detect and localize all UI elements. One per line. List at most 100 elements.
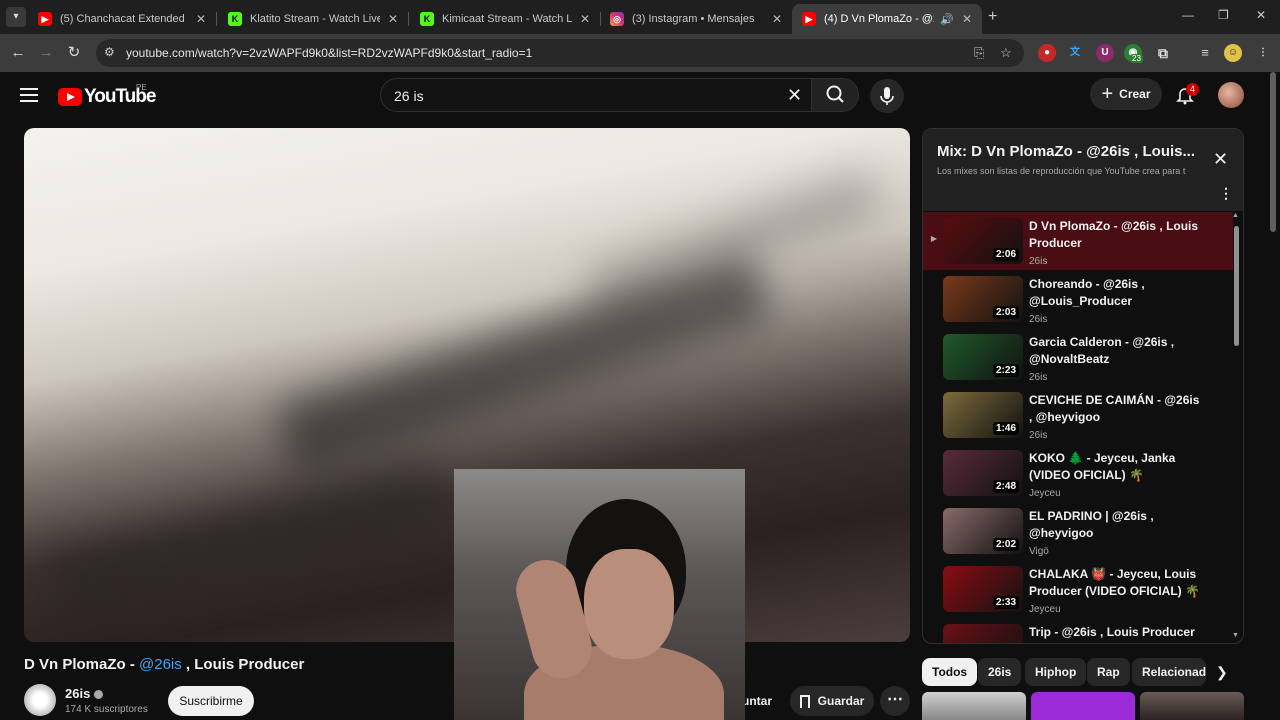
close-icon[interactable]: ✕ (388, 12, 398, 26)
close-playlist-icon[interactable]: ✕ (1213, 149, 1228, 170)
playlist-item-thumbnail[interactable]: 2:48 (943, 450, 1023, 496)
chip-relacionado[interactable]: Relacionado (1132, 658, 1206, 686)
search-button[interactable] (811, 78, 859, 112)
now-playing-icon: ▶ (930, 234, 938, 243)
puzzle-icon[interactable]: ⧉ (1154, 44, 1172, 62)
playlist-item-thumbnail[interactable]: 1:46 (943, 392, 1023, 438)
profile-icon[interactable]: ☺ (1224, 44, 1242, 62)
playlist-item[interactable]: 1:46 CEVICHE DE CAIMÁN - @26is , @heyvigo… (923, 386, 1233, 444)
save-label: Guardar (817, 694, 865, 708)
playlist-item[interactable]: 2:03 Choreando - @26is , @Louis_Producer 2… (923, 270, 1233, 328)
playlist-item-title[interactable]: CEVICHE DE CAIMÁN - @26is , @heyvigoo (1029, 392, 1201, 426)
playlist-item-title[interactable]: CHALAKA 👹 - Jeyceu, Louis Producer (VIDE… (1029, 566, 1201, 600)
tab-search-button[interactable]: ▾ (6, 7, 26, 27)
extension-shield-icon[interactable]: U (1096, 44, 1114, 62)
share-button[interactable]: untar (742, 694, 772, 708)
close-icon[interactable]: ✕ (772, 12, 782, 26)
chip-hiphop[interactable]: Hiphop (1025, 658, 1087, 686)
speaker-icon[interactable]: 🔊 (940, 13, 954, 26)
playlist-item-channel: Jeyceu (1029, 488, 1061, 499)
address-bar[interactable]: ⚙ youtube.com/watch?v=2vzWAPFd9k0&list=R… (96, 39, 1024, 67)
playlist-item-thumbnail[interactable]: 2:03 (943, 276, 1023, 322)
playlist-item[interactable]: 2:48 KOKO 🌲 - Jeyceu, Janka (VIDEO OFICIA… (923, 444, 1233, 502)
playlist-item-title[interactable]: Trip - @26is , Louis Producer (1029, 624, 1201, 641)
install-app-icon[interactable]: ⎘ (974, 45, 984, 61)
browser-tab-5-active[interactable]: ▶ (4) D Vn PlomaZo - @26is , 🔊 ✕ (792, 4, 982, 34)
playlist-item-thumbnail[interactable]: 2:23 (943, 334, 1023, 380)
playlist-title[interactable]: Mix: D Vn PlomaZo - @26is , Louis... (937, 143, 1195, 160)
browser-tab-2[interactable]: K Klatito Stream - Watch Live on K ✕ (218, 4, 408, 34)
channel-name-text[interactable]: 26is (65, 686, 90, 701)
mix-playlist-panel: Mix: D Vn PlomaZo - @26is , Louis... Los… (922, 128, 1244, 644)
playlist-item-thumbnail[interactable]: 2:02 (943, 508, 1023, 554)
tab-title: (5) Chanchacat Extended - YouT (60, 13, 188, 25)
browser-tab-1[interactable]: ▶ (5) Chanchacat Extended - YouT ✕ (28, 4, 216, 34)
tab-title: (4) D Vn PlomaZo - @26is , (824, 13, 934, 25)
playlist-menu-icon[interactable]: ⋮ (1219, 185, 1233, 202)
video-title: D Vn PlomaZo - @26is , Louis Producer (24, 656, 304, 673)
account-avatar[interactable] (1218, 82, 1244, 108)
reload-icon[interactable]: ↻ (64, 43, 84, 63)
playlist-item-thumbnail[interactable]: 2:06 (943, 218, 1023, 264)
video-title-part: , Louis Producer (181, 656, 305, 673)
playlist-item-title[interactable]: Choreando - @26is , @Louis_Producer (1029, 276, 1201, 310)
playlist-item-thumbnail[interactable] (943, 624, 1023, 643)
close-icon[interactable]: ✕ (580, 12, 590, 26)
recommended-video-thumbnail[interactable] (1140, 692, 1244, 720)
playlist-item-title[interactable]: D Vn PlomaZo - @26is , Louis Producer (1029, 218, 1201, 252)
browser-tab-3[interactable]: K Kimicaat Stream - Watch Live o ✕ (410, 4, 600, 34)
playlist-scrollbar-thumb[interactable] (1234, 226, 1239, 346)
bookmark-icon (799, 694, 810, 708)
media-control-icon[interactable]: ≡ (1196, 44, 1214, 62)
recommended-video-thumbnail[interactable] (922, 692, 1026, 720)
scroll-up-arrow-icon[interactable]: ▲ (1232, 212, 1239, 219)
search-input[interactable]: 26 is (394, 88, 424, 104)
voice-search-button[interactable] (870, 79, 904, 113)
create-button[interactable]: + Crear (1090, 78, 1162, 110)
save-button[interactable]: Guardar (790, 686, 874, 716)
recommended-video-thumbnail[interactable] (1031, 692, 1135, 720)
chip-26is[interactable]: 26is (978, 658, 1022, 686)
scroll-down-arrow-icon[interactable]: ▼ (1232, 632, 1239, 639)
playlist-item[interactable]: 2:23 Garcia Calderon - @26is , @NovaltBea… (923, 328, 1233, 386)
playlist-item[interactable]: 2:02 EL PADRINO | @26is , @heyvigoo Vigö (923, 502, 1233, 560)
playlist-item[interactable]: ▶ 2:06 D Vn PlomaZo - @26is , Louis Produc… (923, 212, 1233, 270)
extension-red-icon[interactable]: ● (1038, 44, 1056, 62)
playlist-item-title[interactable]: EL PADRINO | @26is , @heyvigoo (1029, 508, 1201, 542)
url-text[interactable]: youtube.com/watch?v=2vzWAPFd9k0&list=RD2… (126, 46, 532, 60)
site-info-icon[interactable]: ⚙ (104, 45, 115, 59)
more-actions-button[interactable]: ⋯ (880, 686, 910, 716)
restore-button[interactable]: ❐ (1218, 8, 1229, 22)
instagram-icon: ◎ (610, 12, 624, 26)
playlist-item[interactable]: 2:33 CHALAKA 👹 - Jeyceu, Louis Producer (… (923, 560, 1233, 618)
playlist-item-title[interactable]: KOKO 🌲 - Jeyceu, Janka (VIDEO OFICIAL) 🌴 (1029, 450, 1201, 484)
extension-translate-icon[interactable]: 文 (1066, 44, 1084, 62)
minimize-button[interactable]: — (1182, 8, 1194, 22)
bookmark-star-icon[interactable]: ☆ (1000, 45, 1012, 61)
close-icon[interactable]: ✕ (196, 12, 206, 26)
chrome-menu-icon[interactable]: ⋮ (1254, 44, 1272, 62)
playlist-item[interactable]: Trip - @26is , Louis Producer (923, 618, 1233, 643)
browser-tab-4[interactable]: ◎ (3) Instagram • Mensajes ✕ (600, 4, 792, 34)
chevron-right-icon[interactable]: ❯ (1216, 664, 1228, 681)
playlist-item-title[interactable]: Garcia Calderon - @26is , @NovaltBeatz (1029, 334, 1201, 368)
subscribe-button[interactable]: Suscribirme (168, 686, 254, 716)
new-tab-button[interactable]: + (988, 8, 997, 26)
search-box[interactable]: 26 is ✕ (380, 78, 812, 112)
channel-name[interactable]: 26is (65, 686, 104, 701)
playlist-item-thumbnail[interactable]: 2:33 (943, 566, 1023, 612)
subscriber-count: 174 K suscriptores (65, 704, 148, 715)
page-scrollbar-thumb[interactable] (1270, 72, 1276, 232)
playlist-header: Mix: D Vn PlomaZo - @26is , Louis... Los… (923, 129, 1243, 211)
chip-todos[interactable]: Todos (922, 658, 978, 686)
channel-avatar[interactable] (24, 684, 56, 716)
back-arrow-icon[interactable]: ← (8, 43, 28, 63)
chip-rap[interactable]: Rap (1087, 658, 1130, 686)
forward-arrow-icon[interactable]: → (36, 43, 56, 63)
video-title-mention-link[interactable]: @26is (139, 656, 182, 673)
close-window-button[interactable]: ✕ (1256, 8, 1266, 22)
close-icon[interactable]: ✕ (962, 12, 972, 26)
menu-icon[interactable] (20, 88, 38, 102)
youtube-icon: ▶ (38, 12, 52, 26)
clear-search-icon[interactable]: ✕ (787, 85, 802, 106)
